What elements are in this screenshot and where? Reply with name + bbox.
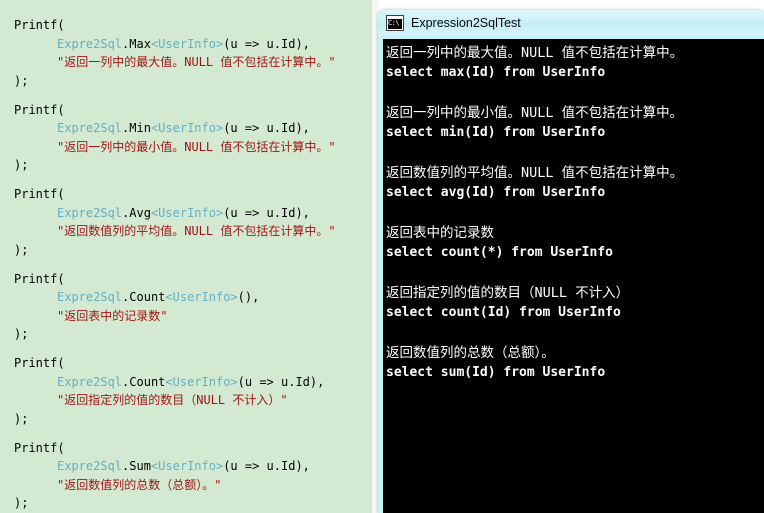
code-class-name: Expre2Sql	[57, 290, 123, 304]
code-method-name: Min	[129, 121, 151, 135]
code-line: );	[14, 156, 372, 175]
code-block: Printf( Expre2Sql.Count<UserInfo>(u => u.…	[14, 354, 372, 428]
code-line: "返回指定列的值的数目（NULL 不计入）"	[14, 391, 372, 410]
console-description-line: 返回数值列的平均值。NULL 值不包括在计算中。	[386, 165, 684, 181]
console-cmd-icon	[386, 14, 404, 31]
code-method-name: Count	[129, 290, 166, 304]
code-line: Expre2Sql.Sum<UserInfo>(u => u.Id),	[14, 457, 372, 476]
console-sql-line: select sum(Id) from UserInfo	[386, 365, 606, 380]
code-method-name: Count	[129, 374, 166, 389]
console-description-line: 返回指定列的值的数目（NULL 不计入）	[386, 285, 630, 301]
code-class-name: Expre2Sql	[57, 36, 123, 51]
console-sql-line: select count(*) from UserInfo	[386, 245, 613, 260]
code-line: );	[14, 241, 372, 260]
code-class-name: Expre2Sql	[57, 374, 123, 389]
code-call-close: );	[14, 73, 29, 88]
code-call-close: );	[14, 496, 29, 510]
console-description-line: 返回数值列的总数（总额）。	[386, 345, 555, 361]
console-output-group: 返回一列中的最大值。NULL 值不包括在计算中。 select max(Id) f…	[386, 43, 764, 83]
code-block: Printf( Expre2Sql.Max<UserInfo>(u => u.Id…	[14, 16, 372, 90]
code-lambda-args: (u => u.Id),	[223, 459, 310, 473]
code-generic-arg: <UserInfo>	[150, 36, 224, 51]
code-call-close: );	[14, 242, 29, 257]
code-lambda-args: (),	[237, 290, 260, 304]
console-sql-line: select max(Id) from UserInfo	[386, 65, 606, 80]
code-line: );	[14, 72, 372, 91]
code-line: "返回表中的记录数"	[14, 307, 372, 326]
console-output-text: 返回一列中的最大值。NULL 值不包括在计算中。 select max(Id) f…	[383, 39, 764, 383]
code-block: Printf( Expre2Sql.Count<UserInfo>(), "返回表中…	[14, 270, 372, 344]
code-generic-arg: <UserInfo>	[165, 290, 238, 304]
console-description-line: 返回表中的记录数	[386, 225, 494, 241]
code-line: Expre2Sql.Count<UserInfo>(u => u.Id),	[14, 373, 372, 392]
code-lambda-args: (u => u.Id),	[223, 36, 310, 51]
console-output-group: 返回数值列的平均值。NULL 值不包括在计算中。 select avg(Id) f…	[386, 163, 764, 203]
code-string-literal: "返回数值列的总数（总额）。"	[57, 477, 222, 492]
console-description-line: 返回一列中的最小值。NULL 值不包括在计算中。	[386, 105, 684, 121]
code-string-literal: "返回一列中的最大值。NULL 值不包括在计算中。"	[57, 55, 336, 69]
code-string-literal: "返回指定列的值的数目（NULL 不计入）"	[57, 393, 288, 407]
code-line: Printf(	[14, 16, 372, 35]
code-block: Printf( Expre2Sql.Sum<UserInfo>(u => u.Id…	[14, 439, 372, 513]
code-string-literal: "返回表中的记录数"	[57, 308, 168, 323]
code-line: "返回一列中的最大值。NULL 值不包括在计算中。"	[14, 53, 372, 72]
code-call-close: );	[14, 158, 29, 172]
code-line: Printf(	[14, 354, 372, 373]
code-method-name: Avg	[129, 205, 151, 220]
code-block: Printf( Expre2Sql.Min<UserInfo>(u => u.Id…	[14, 101, 372, 175]
code-lambda-args: (u => u.Id),	[237, 374, 325, 389]
code-line: Expre2Sql.Count<UserInfo>(),	[14, 288, 372, 307]
code-line: Printf(	[14, 439, 372, 458]
code-line: "返回一列中的最小值。NULL 值不包括在计算中。"	[14, 138, 372, 157]
code-call-open: Printf(	[14, 271, 65, 286]
console-sql-line: select count(Id) from UserInfo	[386, 305, 621, 320]
source-code-pane[interactable]: Printf( Expre2Sql.Max<UserInfo>(u => u.Id…	[0, 0, 372, 513]
code-line: );	[14, 494, 372, 513]
code-method-name: Sum	[129, 459, 151, 473]
code-line: Printf(	[14, 185, 372, 204]
console-window[interactable]: Expression2SqlTest 返回一列中的最大值。NULL 值不包括在计…	[378, 10, 764, 513]
code-call-open: Printf(	[14, 187, 65, 201]
code-call-open: Printf(	[14, 18, 65, 32]
console-output-group: 返回表中的记录数 select count(*) from UserInfo	[386, 223, 764, 263]
code-line: Expre2Sql.Avg<UserInfo>(u => u.Id),	[14, 204, 372, 223]
code-string-literal: "返回数值列的平均值。NULL 值不包括在计算中。"	[57, 224, 336, 238]
code-lambda-args: (u => u.Id),	[223, 205, 310, 220]
code-line: "返回数值列的平均值。NULL 值不包括在计算中。"	[14, 222, 372, 241]
console-sql-line: select min(Id) from UserInfo	[386, 125, 606, 140]
code-line: );	[14, 325, 372, 344]
code-method-name: Max	[129, 36, 151, 51]
code-call-open: Printf(	[14, 440, 65, 455]
code-block: Printf( Expre2Sql.Avg<UserInfo>(u => u.Id…	[14, 185, 372, 259]
console-titlebar[interactable]: Expression2SqlTest	[378, 10, 764, 35]
code-generic-arg: <UserInfo>	[150, 121, 224, 135]
code-generic-arg: <UserInfo>	[150, 459, 224, 473]
code-generic-arg: <UserInfo>	[165, 374, 238, 389]
code-line: Expre2Sql.Min<UserInfo>(u => u.Id),	[14, 119, 372, 138]
console-output-group: 返回指定列的值的数目（NULL 不计入） select count(Id) fro…	[386, 283, 764, 323]
code-class-name: Expre2Sql	[57, 459, 123, 473]
code-line: Printf(	[14, 101, 372, 120]
code-string-literal: "返回一列中的最小值。NULL 值不包括在计算中。"	[57, 139, 336, 154]
console-output-group: 返回一列中的最小值。NULL 值不包括在计算中。 select min(Id) f…	[386, 103, 764, 143]
code-call-open: Printf(	[14, 102, 65, 117]
code-class-name: Expre2Sql	[57, 121, 123, 135]
code-call-close: );	[14, 411, 29, 426]
code-class-name: Expre2Sql	[57, 205, 123, 220]
code-line: );	[14, 410, 372, 429]
code-line: Printf(	[14, 270, 372, 289]
code-generic-arg: <UserInfo>	[150, 205, 224, 220]
source-code-listing[interactable]: Printf( Expre2Sql.Max<UserInfo>(u => u.Id…	[0, 0, 372, 513]
code-call-close: );	[14, 327, 29, 341]
code-lambda-args: (u => u.Id),	[223, 121, 310, 135]
console-sql-line: select avg(Id) from UserInfo	[386, 185, 606, 200]
code-line: "返回数值列的总数（总额）。"	[14, 476, 372, 495]
console-description-line: 返回一列中的最大值。NULL 值不包括在计算中。	[386, 45, 684, 61]
code-call-open: Printf(	[14, 356, 65, 370]
console-output-area[interactable]: 返回一列中的最大值。NULL 值不包括在计算中。 select max(Id) f…	[383, 39, 764, 513]
code-line: Expre2Sql.Max<UserInfo>(u => u.Id),	[14, 35, 372, 54]
console-window-title: Expression2SqlTest	[411, 15, 521, 30]
console-output-group: 返回数值列的总数（总额）。 select sum(Id) from UserInf…	[386, 343, 764, 383]
